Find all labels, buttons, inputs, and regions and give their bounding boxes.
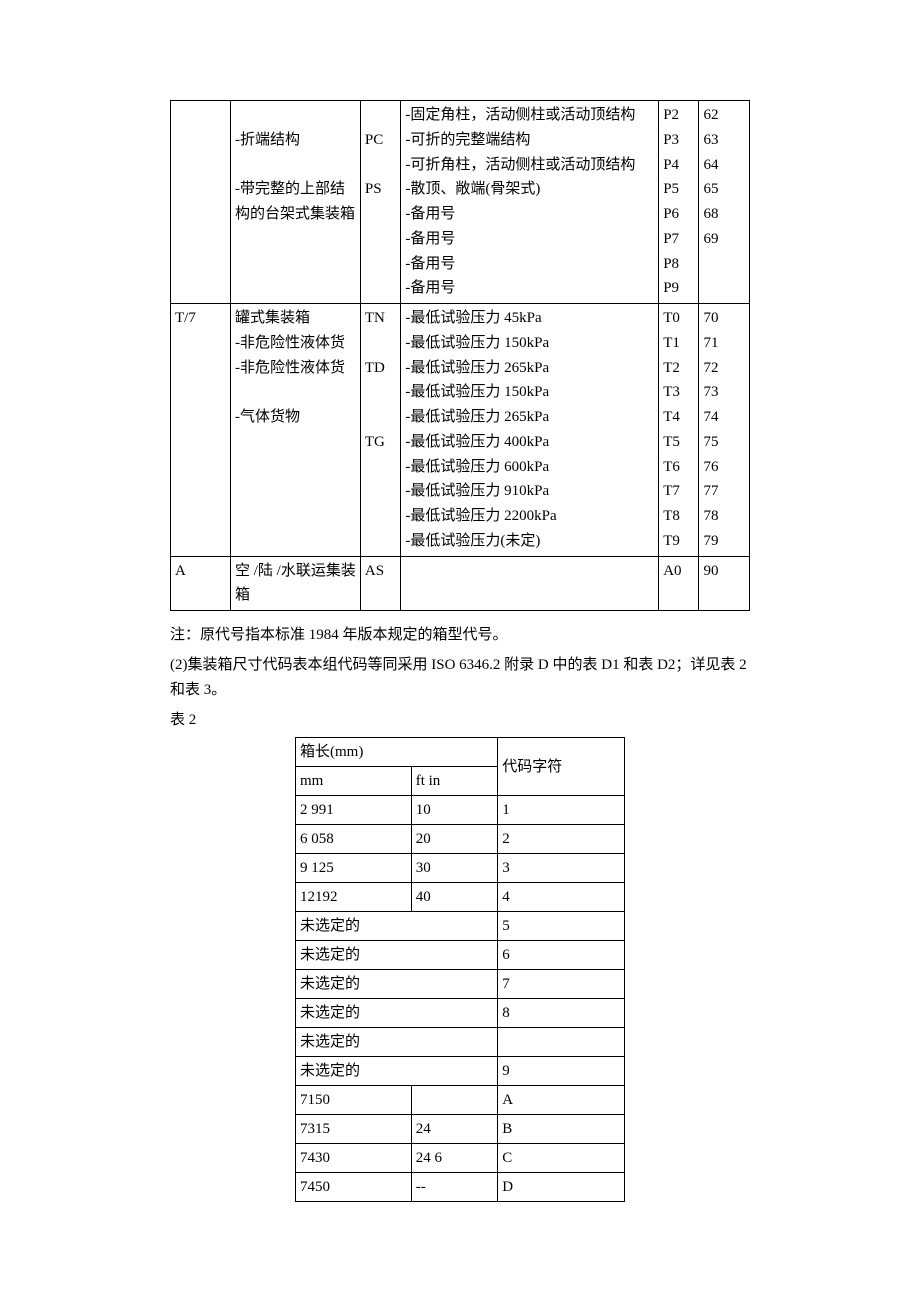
cell-mm: 未选定的 — [296, 1057, 498, 1086]
cell-mm: 未选定的 — [296, 999, 498, 1028]
cell-code: 9 — [498, 1057, 625, 1086]
cell: 空 /陆 /水联运集装箱 — [230, 556, 360, 611]
table-row: 未选定的6 — [296, 941, 625, 970]
note-original-code: 注：原代号指本标准 1984 年版本规定的箱型代号。 — [170, 623, 750, 649]
cell: 罐式集装箱 -非危险性液体货 -非危险性液体货 -气体货物 — [230, 304, 360, 557]
cell-code: C — [498, 1144, 625, 1173]
header-length: 箱长(mm) — [296, 738, 498, 767]
cell: AS — [360, 556, 400, 611]
cell: -最低试验压力 45kPa -最低试验压力 150kPa -最低试验压力 265… — [401, 304, 659, 557]
table-row: 7150 A — [296, 1086, 625, 1115]
table-row: -折端结构 -带完整的上部结构的台架式集装箱 PC PS-固定角柱，活动侧柱或活… — [171, 101, 750, 304]
cell-ftin: 30 — [411, 854, 498, 883]
cell-mm: 未选定的 — [296, 970, 498, 999]
cell-ftin: 10 — [411, 796, 498, 825]
cell-code: B — [498, 1115, 625, 1144]
cell-mm: 12192 — [296, 883, 412, 912]
cell: A0 — [659, 556, 699, 611]
cell: TN TD TG — [360, 304, 400, 557]
cell-code — [498, 1028, 625, 1057]
cell: 62 63 64 65 68 69 — [699, 101, 750, 304]
cell — [171, 101, 231, 304]
note-size-code: (2)集装箱尺寸代码表本组代码等同采用 ISO 6346.2 附录 D 中的表 … — [170, 653, 750, 704]
cell-mm: 未选定的 — [296, 1028, 498, 1057]
cell-mm: 7315 — [296, 1115, 412, 1144]
table-row: 743024 6C — [296, 1144, 625, 1173]
cell-ftin: -- — [411, 1173, 498, 1202]
cell-ftin: 24 6 — [411, 1144, 498, 1173]
cell-code: 8 — [498, 999, 625, 1028]
cell-mm: 6 058 — [296, 825, 412, 854]
cell-code: 2 — [498, 825, 625, 854]
table-row: 未选定的5 — [296, 912, 625, 941]
table-row: 9 125303 — [296, 854, 625, 883]
cell-code: 7 — [498, 970, 625, 999]
type-code-table: -折端结构 -带完整的上部结构的台架式集装箱 PC PS-固定角柱，活动侧柱或活… — [170, 100, 750, 611]
table-row: T/7罐式集装箱 -非危险性液体货 -非危险性液体货 -气体货物TN TD TG… — [171, 304, 750, 557]
cell-ftin: 40 — [411, 883, 498, 912]
cell-code: 3 — [498, 854, 625, 883]
cell-mm: 未选定的 — [296, 912, 498, 941]
cell: P2 P3 P4 P5 P6 P7 P8 P9 — [659, 101, 699, 304]
table-row: 6 058202 — [296, 825, 625, 854]
table-row: 731524B — [296, 1115, 625, 1144]
table-row: 未选定的7 — [296, 970, 625, 999]
cell-code: D — [498, 1173, 625, 1202]
cell: -固定角柱，活动侧柱或活动顶结构 -可折的完整端结构 -可折角柱，活动侧柱或活动… — [401, 101, 659, 304]
header-mm: mm — [296, 767, 412, 796]
cell: 70 71 72 73 74 75 76 77 78 79 — [699, 304, 750, 557]
cell-code: 4 — [498, 883, 625, 912]
cell-code: 5 — [498, 912, 625, 941]
cell-mm: 9 125 — [296, 854, 412, 883]
cell-code: A — [498, 1086, 625, 1115]
cell: -折端结构 -带完整的上部结构的台架式集装箱 — [230, 101, 360, 304]
cell-mm: 未选定的 — [296, 941, 498, 970]
cell — [401, 556, 659, 611]
table-header-row: 箱长(mm)代码字符 — [296, 738, 625, 767]
table2-heading: 表 2 — [170, 708, 750, 734]
cell-code: 6 — [498, 941, 625, 970]
cell-code: 1 — [498, 796, 625, 825]
table-row: 7450--D — [296, 1173, 625, 1202]
header-ftin: ft in — [411, 767, 498, 796]
cell: 90 — [699, 556, 750, 611]
cell-mm: 2 991 — [296, 796, 412, 825]
table-row: 12192404 — [296, 883, 625, 912]
header-code: 代码字符 — [498, 738, 625, 796]
cell: T/7 — [171, 304, 231, 557]
cell: T0 T1 T2 T3 T4 T5 T6 T7 T8 T9 — [659, 304, 699, 557]
cell-mm: 7150 — [296, 1086, 412, 1115]
cell-ftin: 24 — [411, 1115, 498, 1144]
table-row: 未选定的8 — [296, 999, 625, 1028]
cell: PC PS — [360, 101, 400, 304]
cell-mm: 7430 — [296, 1144, 412, 1173]
table-row: 未选定的 — [296, 1028, 625, 1057]
table-row: 2 991101 — [296, 796, 625, 825]
table-row: A空 /陆 /水联运集装箱AS A090 — [171, 556, 750, 611]
cell: A — [171, 556, 231, 611]
cell-mm: 7450 — [296, 1173, 412, 1202]
length-code-table: 箱长(mm)代码字符mmft in2 9911016 0582029 12530… — [295, 737, 625, 1202]
cell-ftin — [411, 1086, 498, 1115]
table-row: 未选定的9 — [296, 1057, 625, 1086]
cell-ftin: 20 — [411, 825, 498, 854]
